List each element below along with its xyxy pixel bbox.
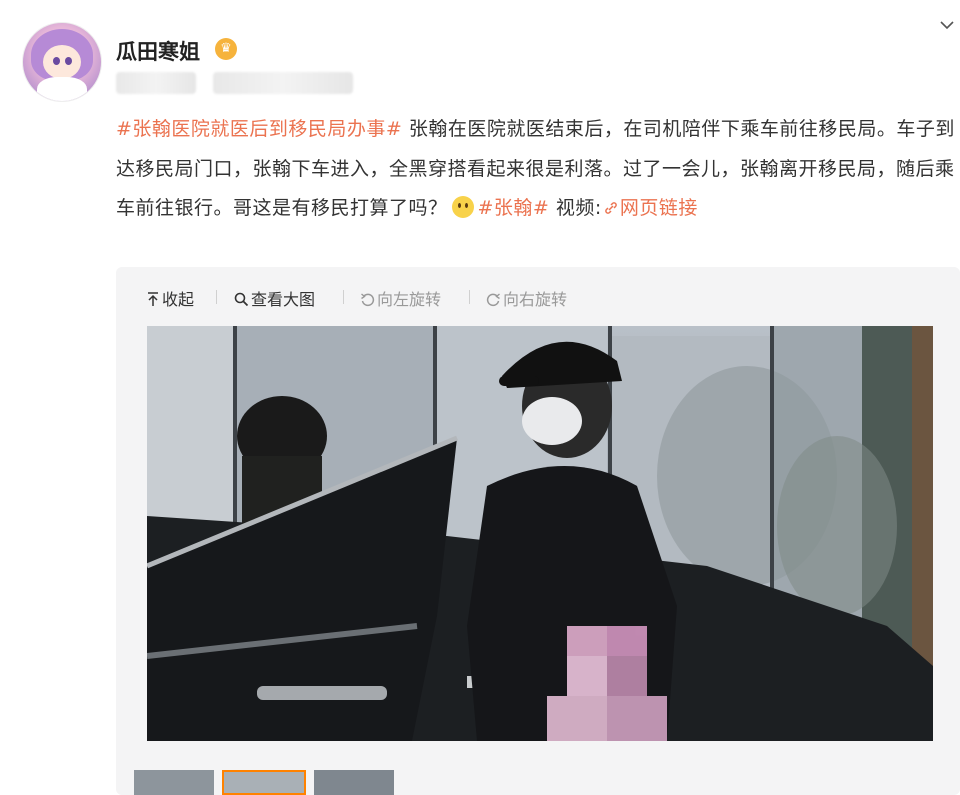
avatar-eye-left	[53, 57, 60, 65]
topic-tag-person[interactable]: #张翰#	[478, 197, 550, 219]
topic-tag-main[interactable]: #张翰医院就医后到移民局办事#	[116, 118, 402, 140]
photo-scene	[147, 326, 933, 741]
web-link-label: 网页链接	[619, 197, 698, 219]
thumbnail[interactable]	[134, 770, 214, 795]
toolbar-divider	[343, 290, 344, 304]
username[interactable]: 瓜田寒姐	[116, 36, 200, 66]
post-photo[interactable]	[147, 326, 933, 741]
rotate-right-icon	[486, 293, 500, 307]
collapse-icon	[148, 292, 158, 306]
view-large-button[interactable]: 查看大图	[234, 286, 315, 310]
avatar-face	[43, 45, 81, 79]
avatar-eye-right	[65, 57, 72, 65]
video-label: 视频:	[549, 197, 602, 219]
rotate-left-icon	[361, 293, 375, 307]
thumbnail[interactable]	[314, 770, 394, 795]
toolbar-divider	[469, 290, 470, 304]
link-icon	[605, 202, 617, 214]
web-link[interactable]: 网页链接	[602, 197, 698, 219]
user-avatar[interactable]	[22, 22, 102, 102]
view-large-label: 查看大图	[251, 290, 316, 309]
collapse-button[interactable]: 收起	[146, 286, 194, 310]
collapse-label: 收起	[162, 290, 195, 309]
rotate-right-button[interactable]: 向右旋转	[486, 286, 567, 310]
rotate-right-label: 向右旋转	[503, 290, 568, 309]
post-time-blurred	[116, 72, 196, 94]
rotate-left-button[interactable]: 向左旋转	[360, 286, 441, 310]
search-icon	[234, 292, 249, 307]
smile-emoji-icon	[451, 196, 474, 218]
vip-crown-icon: ♛	[215, 38, 237, 60]
rotate-left-label: 向左旋转	[377, 290, 442, 309]
chevron-down-icon[interactable]	[940, 18, 954, 32]
avatar-body	[37, 77, 87, 101]
post-source-blurred	[213, 72, 353, 94]
post-text: #张翰医院就医后到移民局办事# 张翰在医院就医结束后，在司机陪伴下乘车前往移民局…	[116, 110, 956, 229]
toolbar-divider	[216, 290, 217, 304]
thumbnail-active[interactable]	[222, 770, 306, 795]
